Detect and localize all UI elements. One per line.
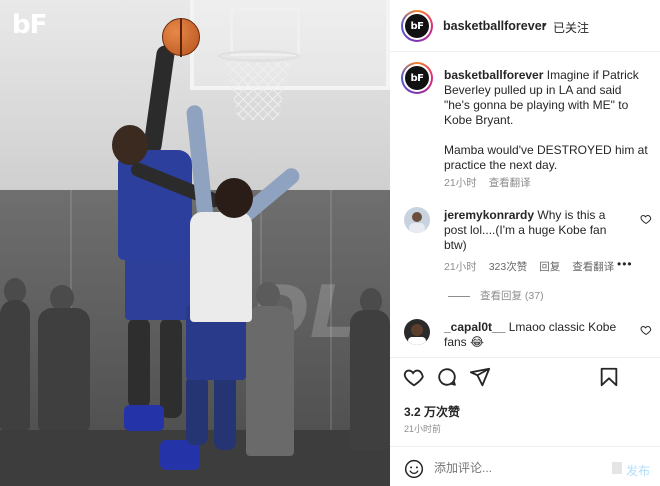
comment-username[interactable]: jeremykonrardy [444,208,534,222]
scroll-arrow-icon[interactable] [612,462,622,474]
backboard-square [230,8,300,56]
commenter-avatar-photo [408,324,426,345]
spectator [38,308,90,430]
comment-likes[interactable]: 323次赞 [489,261,528,273]
bookmark-icon[interactable] [598,366,620,388]
player-blue-jersey [118,150,192,260]
comment-reply-link[interactable]: 回复 [539,261,560,273]
header-divider [390,51,660,52]
comment-body: jeremykonrardy Why is this a post lol...… [444,208,628,253]
input-divider [390,446,660,447]
commenter-avatar[interactable] [404,207,430,233]
player-head [112,125,148,165]
comment-input[interactable] [434,461,604,475]
heart-icon[interactable] [403,366,425,388]
actions-divider [390,357,660,358]
brand-logo: bF [12,10,47,40]
caption-username[interactable]: basketballforever [444,68,543,82]
defender-white-jersey [190,212,252,322]
player-shoe [124,405,164,431]
follow-status-button[interactable]: 已关注 [553,19,589,36]
commenter-avatar[interactable] [404,319,430,345]
likes-count[interactable]: 3.2 万次赞 [404,403,460,420]
author-username[interactable]: basketballforever [443,19,547,33]
smiley-icon[interactable] [404,459,424,479]
defender-leg [186,375,208,445]
author-avatar-initials: bF [405,14,429,38]
basketball [162,18,200,57]
commenter-avatar-photo [409,212,425,233]
caption-translate-link[interactable]: 查看翻译 [489,177,531,189]
comment-time: 21小时 [444,261,477,273]
comment-translate-link[interactable]: 查看翻译 [572,261,614,273]
caption-avatar[interactable]: bF [401,62,433,94]
comment-like-heart-icon[interactable] [640,213,652,225]
post-comment-button[interactable]: 发布 [626,462,650,479]
defender-leg [214,370,236,450]
header-separator: • [542,18,547,32]
post-timestamp: 21小时前 [404,424,442,434]
spectator [0,300,30,430]
spectator [350,310,390,450]
share-icon[interactable] [469,366,491,388]
comment-meta: 21小时 323次赞 回复 查看翻译 [444,259,626,274]
comment-body: _capal0t__ Lmaoo classic Kobe fans 😂 [444,320,624,350]
post-caption: basketballforever Imagine if Patrick Bev… [444,68,650,173]
caption-text-2: Mamba would've DESTROYED him at practice… [444,143,648,172]
caption-avatar-initials: bF [405,66,429,90]
spectator-head [256,282,280,308]
post-photo[interactable]: DL bF [0,0,390,486]
caption-time: 21小时 [444,177,477,189]
caption-meta: 21小时 查看翻译 [444,175,543,190]
basket-rim [218,50,300,62]
spectator [246,306,294,456]
defender-head [215,178,253,218]
view-replies-link[interactable]: 查看回复 (37) [448,288,544,303]
player-leg [160,318,182,418]
author-avatar[interactable]: bF [401,10,433,42]
comment-like-heart-icon[interactable] [640,324,652,336]
comment-username[interactable]: _capal0t__ [444,320,505,334]
player-leg [128,318,150,408]
comment-more-icon[interactable]: ••• [617,257,633,271]
comment-icon[interactable] [436,366,458,388]
